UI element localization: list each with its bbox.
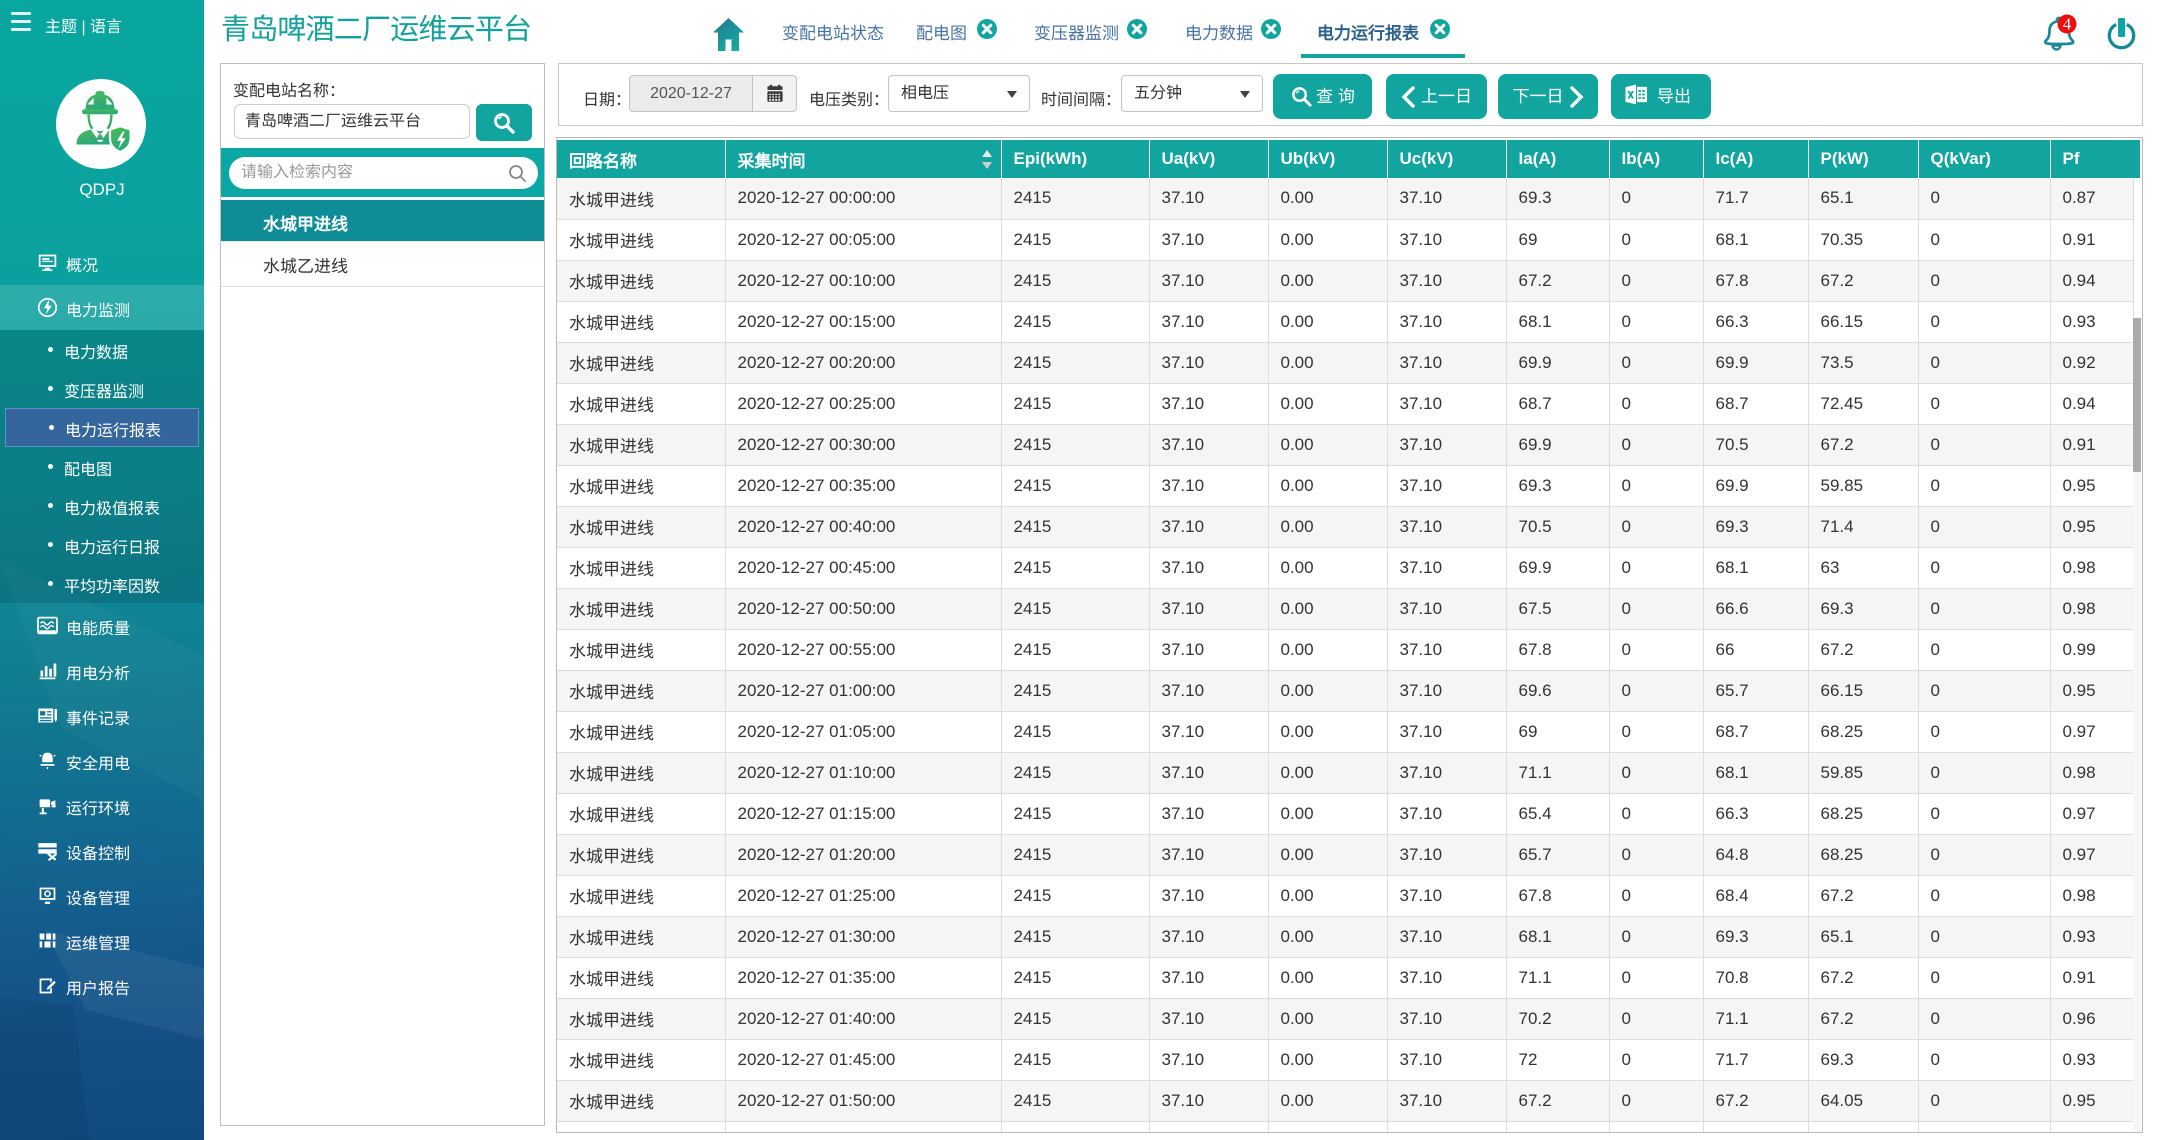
svg-text:4: 4 [2063, 15, 2072, 34]
